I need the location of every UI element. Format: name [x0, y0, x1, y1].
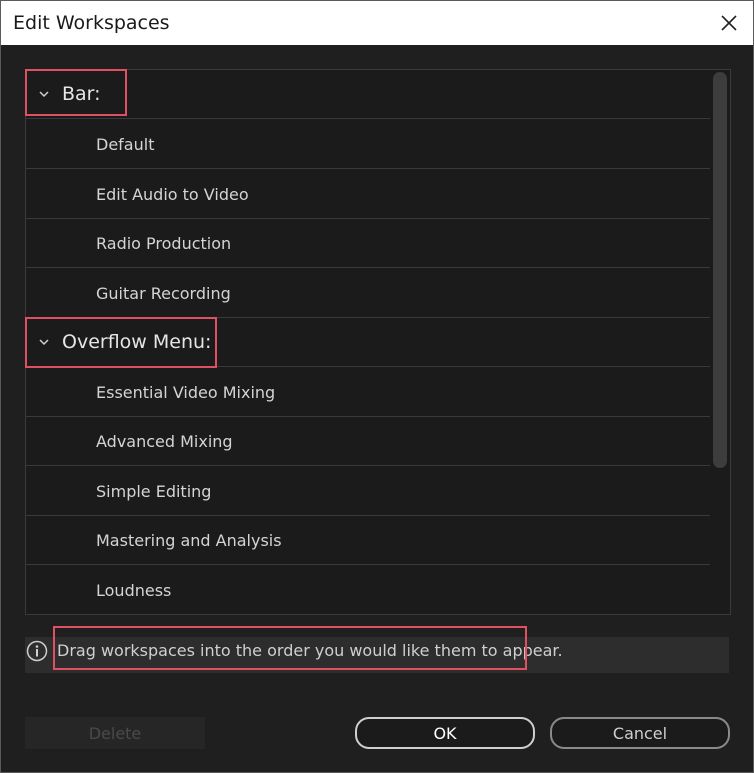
info-icon	[26, 640, 48, 662]
group-label: Bar:	[62, 83, 101, 105]
delete-button[interactable]: Delete	[25, 717, 205, 749]
info-message: Drag workspaces into the order you would…	[57, 641, 563, 660]
scrollbar[interactable]	[710, 70, 730, 614]
workspace-label: Default	[96, 135, 155, 154]
list-item[interactable]: Advanced Mixing	[26, 417, 710, 466]
cancel-button[interactable]: Cancel	[550, 717, 730, 749]
workspace-label: Edit Audio to Video	[96, 185, 249, 204]
chevron-down-icon[interactable]	[38, 336, 50, 348]
list-item[interactable]: Default	[26, 120, 710, 169]
list-item[interactable]: Mastering and Analysis	[26, 516, 710, 565]
workspace-label: Mastering and Analysis	[96, 531, 282, 550]
chevron-down-icon[interactable]	[38, 88, 50, 100]
list-item[interactable]: Guitar Recording	[26, 269, 710, 318]
ok-button[interactable]: OK	[355, 717, 535, 749]
group-label: Overflow Menu:	[62, 331, 212, 353]
list-item[interactable]: Simple Editing	[26, 467, 710, 516]
close-button[interactable]	[711, 5, 747, 41]
workspace-label: Advanced Mixing	[96, 432, 233, 451]
workspace-label: Essential Video Mixing	[96, 383, 276, 402]
close-icon	[721, 15, 737, 31]
workspace-label: Guitar Recording	[96, 284, 231, 303]
dialog-title: Edit Workspaces	[13, 12, 170, 34]
group-row-overflow-menu[interactable]: Overflow Menu:	[26, 318, 710, 367]
edit-workspaces-dialog: Edit Workspaces Bar: Default Edit Audio …	[0, 0, 754, 773]
info-bar: Drag workspaces into the order you would…	[25, 637, 729, 673]
workspace-label: Simple Editing	[96, 482, 212, 501]
workspace-list[interactable]: Bar: Default Edit Audio to Video Radio P…	[25, 69, 731, 615]
list-item[interactable]: Essential Video Mixing	[26, 368, 710, 417]
scrollbar-thumb[interactable]	[713, 72, 727, 468]
group-row-bar[interactable]: Bar:	[26, 70, 710, 119]
list-item[interactable]: Radio Production	[26, 219, 710, 268]
title-bar: Edit Workspaces	[1, 1, 753, 45]
list-item[interactable]: Edit Audio to Video	[26, 170, 710, 219]
workspace-label: Loudness	[96, 581, 172, 600]
list-item[interactable]: Loudness	[26, 566, 710, 614]
workspace-label: Radio Production	[96, 234, 232, 253]
